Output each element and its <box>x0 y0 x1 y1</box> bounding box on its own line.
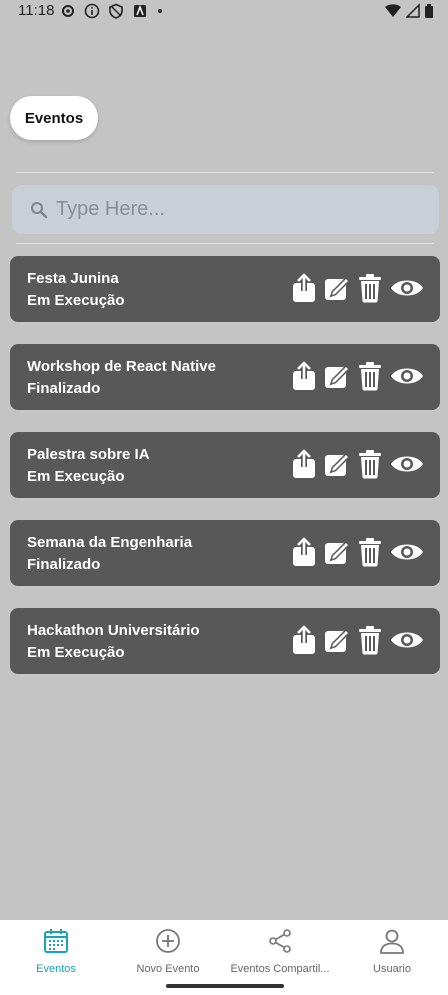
info-icon <box>84 3 100 24</box>
share-event-icon[interactable] <box>291 537 317 567</box>
event-card[interactable]: Workshop de React Native Finalizado <box>10 344 440 410</box>
share-event-icon[interactable] <box>291 625 317 655</box>
nav-label: Usuario <box>373 963 411 975</box>
search-icon <box>30 201 48 224</box>
dot-icon <box>156 3 164 24</box>
search-bar[interactable] <box>12 185 439 234</box>
trash-icon[interactable] <box>357 449 383 479</box>
event-card[interactable]: Hackathon Universitário Em Execução <box>10 608 440 674</box>
event-actions <box>291 625 424 655</box>
edit-icon[interactable] <box>324 625 350 655</box>
view-icon[interactable] <box>390 625 424 655</box>
trash-icon[interactable] <box>357 625 383 655</box>
view-icon[interactable] <box>390 449 424 479</box>
event-status: Em Execução <box>27 468 125 485</box>
event-name: Palestra sobre IA <box>27 446 150 463</box>
page-title[interactable]: Eventos <box>10 96 98 140</box>
shield-icon <box>108 3 124 24</box>
status-bar: 11:18 <box>0 0 448 24</box>
nav-label: Eventos <box>36 963 76 975</box>
event-card[interactable]: Palestra sobre IA Em Execução <box>10 432 440 498</box>
share-event-icon[interactable] <box>291 449 317 479</box>
wifi-icon <box>384 3 402 24</box>
event-actions <box>291 273 424 303</box>
status-time: 11:18 <box>18 2 55 19</box>
nav-label: Eventos Compartil... <box>230 963 330 975</box>
nav-eventos-compartilhados[interactable]: Eventos Compartil... <box>224 928 336 975</box>
user-icon <box>379 928 405 959</box>
plus-circle-icon <box>155 928 181 959</box>
nav-label: Novo Evento <box>136 963 200 975</box>
edit-icon[interactable] <box>324 537 350 567</box>
view-icon[interactable] <box>390 273 424 303</box>
calendar-icon <box>43 928 69 959</box>
battery-icon <box>424 3 434 24</box>
trash-icon[interactable] <box>357 537 383 567</box>
share-event-icon[interactable] <box>291 361 317 391</box>
view-icon[interactable] <box>390 537 424 567</box>
edit-icon[interactable] <box>324 449 350 479</box>
search-input[interactable] <box>56 185 426 234</box>
nav-eventos[interactable]: Eventos <box>0 928 112 975</box>
signal-icon <box>405 3 420 24</box>
home-indicator[interactable] <box>166 984 284 988</box>
event-status: Em Execução <box>27 292 125 309</box>
edit-icon[interactable] <box>324 361 350 391</box>
divider <box>16 243 434 244</box>
trash-icon[interactable] <box>357 361 383 391</box>
app-icon <box>132 3 148 24</box>
nav-usuario[interactable]: Usuario <box>336 928 448 975</box>
event-status: Em Execução <box>27 644 125 661</box>
divider <box>16 172 434 173</box>
event-name: Festa Junina <box>27 270 119 287</box>
settings-icon <box>60 3 76 24</box>
event-name: Hackathon Universitário <box>27 622 200 639</box>
nav-novo-evento[interactable]: Novo Evento <box>112 928 224 975</box>
edit-icon[interactable] <box>324 273 350 303</box>
event-status: Finalizado <box>27 380 101 397</box>
status-notification-icons <box>60 3 164 24</box>
event-actions <box>291 361 424 391</box>
event-actions <box>291 537 424 567</box>
event-status: Finalizado <box>27 556 101 573</box>
trash-icon[interactable] <box>357 273 383 303</box>
event-card[interactable]: Festa Junina Em Execução <box>10 256 440 322</box>
event-card[interactable]: Semana da Engenharia Finalizado <box>10 520 440 586</box>
event-name: Semana da Engenharia <box>27 534 193 551</box>
view-icon[interactable] <box>390 361 424 391</box>
share-icon <box>267 928 293 959</box>
status-system-icons <box>384 3 434 24</box>
event-name: Workshop de React Native <box>27 358 216 375</box>
event-actions <box>291 449 424 479</box>
share-event-icon[interactable] <box>291 273 317 303</box>
